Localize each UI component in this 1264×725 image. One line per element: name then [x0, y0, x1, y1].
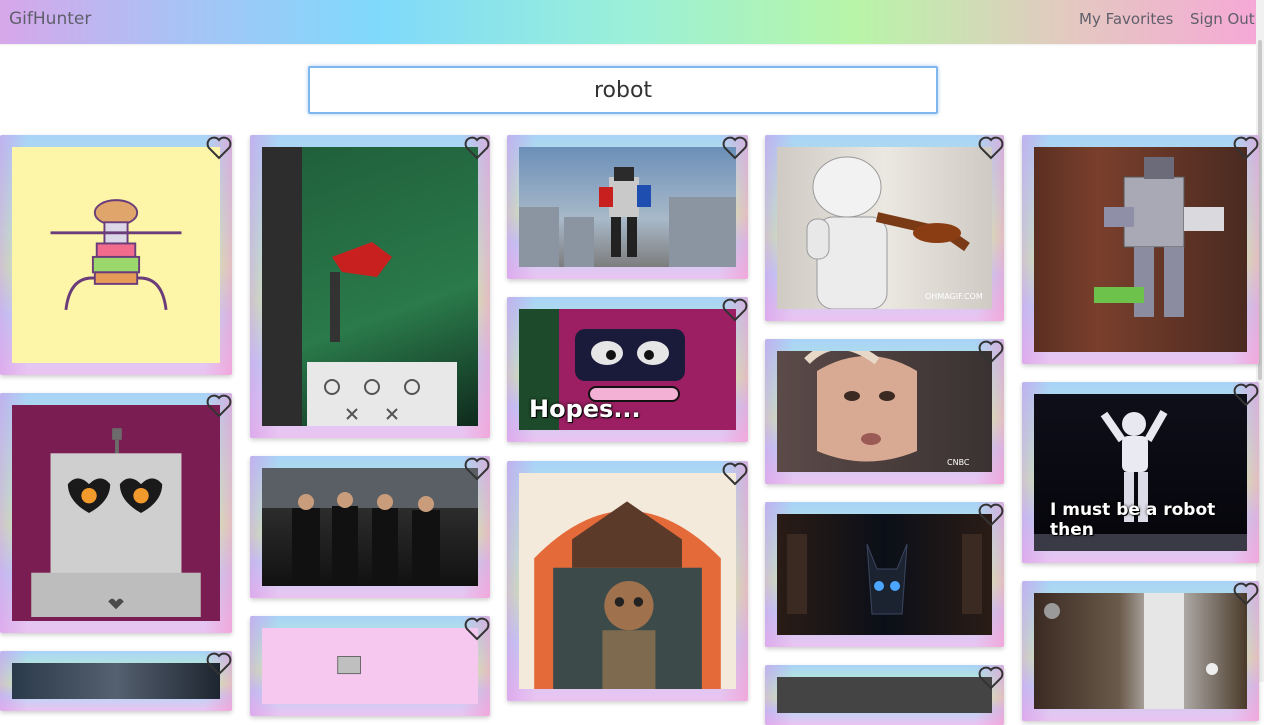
- search-input[interactable]: [308, 66, 938, 114]
- gif-image[interactable]: [1034, 147, 1247, 352]
- gif-image[interactable]: [12, 663, 220, 699]
- gif-image[interactable]: [12, 405, 220, 621]
- gif-card[interactable]: CNBC: [765, 339, 1004, 484]
- heart-icon[interactable]: [722, 136, 748, 160]
- gif-image[interactable]: [1034, 593, 1247, 709]
- gif-card[interactable]: OHMAGIF.COM: [765, 135, 1004, 321]
- brand-logo[interactable]: GifHunter: [9, 9, 91, 29]
- heart-icon[interactable]: [978, 340, 1004, 364]
- gif-caption: Hopes...: [529, 395, 641, 423]
- gif-image[interactable]: [777, 514, 992, 635]
- heart-icon[interactable]: [722, 462, 748, 486]
- heart-icon[interactable]: [464, 617, 490, 641]
- gif-card[interactable]: [0, 651, 232, 711]
- gif-card[interactable]: [765, 665, 1004, 725]
- gif-card[interactable]: I must be a robot then: [1022, 382, 1259, 563]
- heart-icon[interactable]: [206, 394, 232, 418]
- heart-icon[interactable]: [722, 298, 748, 322]
- heart-icon[interactable]: [1233, 383, 1259, 407]
- gif-card[interactable]: [250, 456, 490, 598]
- heart-icon[interactable]: [206, 136, 232, 160]
- gif-card[interactable]: [250, 616, 490, 716]
- gif-image[interactable]: [777, 677, 992, 713]
- gif-caption: I must be a robot then: [1050, 500, 1216, 540]
- gif-image[interactable]: [12, 147, 220, 363]
- sign-out-link[interactable]: Sign Out: [1190, 10, 1255, 28]
- gif-card[interactable]: [0, 135, 232, 375]
- gif-card[interactable]: [250, 135, 490, 438]
- heart-icon[interactable]: [1233, 136, 1259, 160]
- gif-image[interactable]: [262, 628, 478, 704]
- heart-icon[interactable]: [206, 652, 232, 676]
- gif-card[interactable]: [507, 461, 748, 701]
- gif-image[interactable]: [777, 342, 992, 472]
- gif-watermark: CNBC: [947, 458, 970, 467]
- gif-image[interactable]: [262, 147, 478, 426]
- gif-card[interactable]: [1022, 581, 1259, 721]
- heart-icon[interactable]: [978, 666, 1004, 690]
- heart-icon[interactable]: [464, 136, 490, 160]
- gif-card[interactable]: [765, 502, 1004, 647]
- gif-image[interactable]: [519, 147, 736, 267]
- gif-image[interactable]: [519, 473, 736, 689]
- gif-card[interactable]: [0, 393, 232, 633]
- gif-watermark: OHMAGIF.COM: [925, 292, 983, 301]
- heart-icon[interactable]: [1233, 582, 1259, 606]
- gif-image[interactable]: [777, 147, 992, 310]
- navbar: GifHunter My Favorites Sign Out: [0, 0, 1256, 44]
- heart-icon[interactable]: [464, 457, 490, 481]
- gif-card[interactable]: [1022, 135, 1259, 364]
- heart-icon[interactable]: [978, 136, 1004, 160]
- heart-icon[interactable]: [978, 503, 1004, 527]
- gif-card[interactable]: [507, 135, 748, 279]
- gif-image[interactable]: [262, 468, 478, 586]
- my-favorites-link[interactable]: My Favorites: [1079, 10, 1173, 28]
- gif-card[interactable]: Hopes...: [507, 297, 748, 442]
